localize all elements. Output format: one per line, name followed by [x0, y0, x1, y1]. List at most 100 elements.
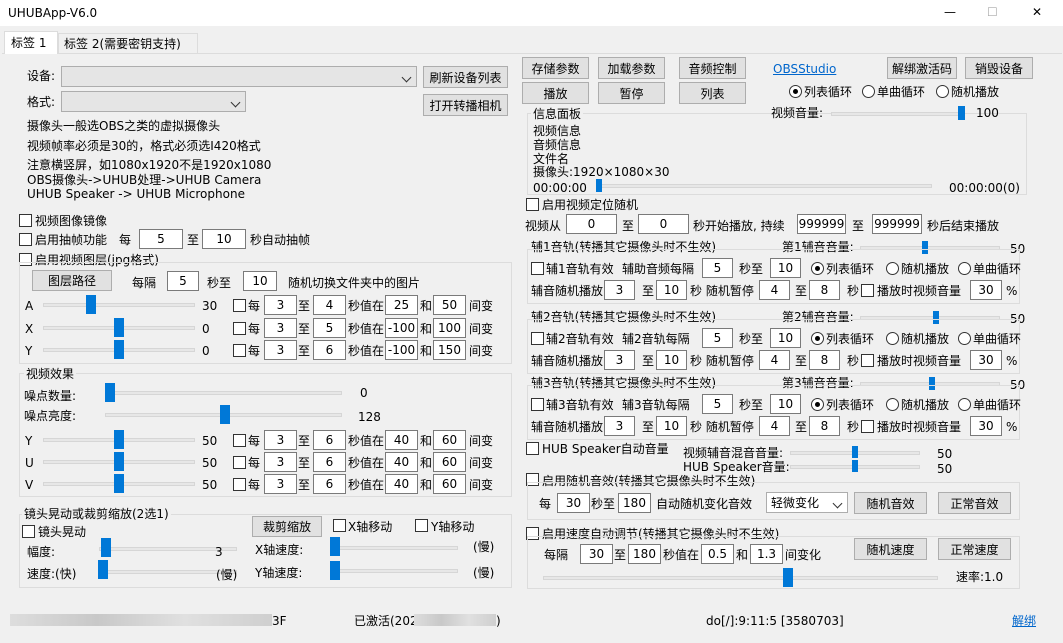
shake-speed-thumb[interactable] — [98, 560, 108, 579]
aux-track-3-vv[interactable]: 30 — [970, 416, 1002, 436]
random-fx-b-input[interactable]: 180 — [618, 493, 651, 513]
destroy-device-button[interactable]: 销毁设备 — [965, 57, 1033, 79]
format-select[interactable] — [61, 91, 246, 112]
frame-drop-checkbox[interactable] — [19, 233, 32, 246]
y-speed-thumb[interactable] — [330, 561, 340, 580]
playmode-single-radio[interactable] — [862, 85, 875, 98]
refresh-devices-button[interactable]: 刷新设备列表 — [423, 66, 508, 88]
normal-speed-button[interactable]: 正常速度 — [938, 538, 1011, 560]
load-params-button[interactable]: 加载参数 — [598, 57, 665, 79]
noise-count-thumb[interactable] — [105, 383, 115, 402]
aux-track-1-mode-0-radio[interactable] — [811, 262, 824, 275]
aux-track-3-mode-2-radio[interactable] — [958, 398, 971, 411]
layer-row-1-thumb[interactable] — [114, 318, 124, 337]
progress-thumb[interactable] — [596, 179, 602, 192]
effect-row-2-b[interactable]: 6 — [313, 474, 346, 494]
layer-row-0-thumb[interactable] — [86, 295, 96, 314]
layer-row-2-c[interactable]: -100 — [385, 340, 418, 360]
aux-track-3-r2[interactable]: 10 — [656, 416, 687, 436]
aux-track-3-g2[interactable]: 10 — [770, 394, 801, 414]
aux-track-2-r2[interactable]: 10 — [656, 350, 687, 370]
playmode-random-radio[interactable] — [936, 85, 949, 98]
audio-control-button[interactable]: 音频控制 — [679, 57, 746, 79]
maximize-icon[interactable]: ☐ — [987, 5, 998, 19]
effect-row-0-thumb[interactable] — [114, 430, 124, 449]
aux-track-3-enable-checkbox[interactable] — [531, 398, 544, 411]
layer-row-0-c[interactable]: 25 — [385, 295, 418, 315]
aux-track-2-p1[interactable]: 4 — [759, 350, 790, 370]
amplitude-thumb[interactable] — [101, 538, 111, 557]
aux-track-1-vv-checkbox[interactable] — [861, 284, 874, 297]
layer-row-2-b[interactable]: 6 — [313, 340, 346, 360]
aux-track-2-enable-checkbox[interactable] — [531, 332, 544, 345]
aux-track-3-p1[interactable]: 4 — [759, 416, 790, 436]
random-fx-a-input[interactable]: 30 — [557, 493, 590, 513]
effect-row-2-c[interactable]: 40 — [385, 474, 418, 494]
fx-level-select[interactable]: 轻微变化 — [766, 492, 848, 513]
speed-slider[interactable] — [543, 576, 938, 580]
aux-track-2-p2[interactable]: 8 — [809, 350, 840, 370]
aux-track-1-mode-2-radio[interactable] — [958, 262, 971, 275]
frame-to-input[interactable]: 10 — [202, 229, 246, 249]
effect-row-1-b[interactable]: 6 — [313, 452, 346, 472]
tab-2[interactable]: 标签 2(需要密钥支持) — [58, 33, 198, 53]
shake-checkbox[interactable] — [22, 525, 35, 538]
effect-row-2-d[interactable]: 60 — [433, 474, 466, 494]
play-button[interactable]: 播放 — [522, 82, 589, 104]
layer-row-0-a[interactable]: 3 — [264, 295, 297, 315]
layer-row-1-c[interactable]: -100 — [385, 318, 418, 338]
layer-v2-input[interactable]: 10 — [243, 271, 277, 291]
layer-row-2-a[interactable]: 3 — [264, 340, 297, 360]
minimize-icon[interactable]: — — [944, 5, 956, 19]
effect-row-1-d[interactable]: 60 — [433, 452, 466, 472]
list-button[interactable]: 列表 — [679, 82, 746, 104]
y-move-checkbox[interactable] — [415, 519, 428, 532]
aux-track-2-mode-0-radio[interactable] — [811, 332, 824, 345]
layer-row-0-slider[interactable] — [43, 303, 195, 307]
aux-track-2-vv[interactable]: 30 — [970, 350, 1002, 370]
aux-track-1-r2[interactable]: 10 — [656, 280, 687, 300]
x-speed-slider[interactable] — [330, 546, 458, 550]
save-params-button[interactable]: 存储参数 — [522, 57, 589, 79]
pause-button[interactable]: 暂停 — [598, 82, 665, 104]
layer-row-1-a[interactable]: 3 — [264, 318, 297, 338]
obs-studio-link[interactable]: OBSStudio — [773, 62, 836, 76]
close-icon[interactable]: ✕ — [1032, 5, 1042, 19]
aux-track-1-vv[interactable]: 30 — [970, 280, 1002, 300]
layer-path-button[interactable]: 图层路径 — [32, 270, 112, 291]
layer-row-1-b[interactable]: 5 — [313, 318, 346, 338]
aux-track-2-g2[interactable]: 10 — [770, 328, 801, 348]
aux-track-2-vv-checkbox[interactable] — [861, 354, 874, 367]
locate-checkbox[interactable] — [526, 198, 539, 211]
effect-row-0-b[interactable]: 6 — [313, 430, 346, 450]
frame-from-input[interactable]: 5 — [139, 229, 183, 249]
layer-row-0-d[interactable]: 50 — [433, 295, 466, 315]
hub-speaker-checkbox[interactable] — [526, 442, 539, 455]
progress-slider[interactable] — [596, 184, 932, 188]
aux-track-3-g1[interactable]: 5 — [702, 394, 733, 414]
device-select[interactable] — [61, 66, 417, 87]
tab-1[interactable]: 标签 1 — [4, 31, 58, 54]
x-speed-thumb[interactable] — [330, 537, 340, 556]
y-speed-slider[interactable] — [330, 569, 458, 573]
locate-a-input[interactable]: 999999 — [797, 214, 846, 234]
aux-track-1-mode-1-radio[interactable] — [886, 262, 899, 275]
aux-track-2-mode-1-radio[interactable] — [886, 332, 899, 345]
hub-volume-thumb[interactable] — [852, 460, 858, 472]
speed-a-input[interactable]: 30 — [580, 544, 613, 564]
effect-row-2-checkbox[interactable] — [233, 478, 246, 491]
aux-track-3-mode-0-radio[interactable] — [811, 398, 824, 411]
video-volume-thumb[interactable] — [958, 106, 965, 120]
effect-row-0-checkbox[interactable] — [233, 434, 246, 447]
speed-b-input[interactable]: 180 — [628, 544, 661, 564]
layer-row-0-checkbox[interactable] — [233, 299, 246, 312]
aux-track-1-p1[interactable]: 4 — [759, 280, 790, 300]
effect-row-0-c[interactable]: 40 — [385, 430, 418, 450]
layer-row-2-checkbox[interactable] — [233, 344, 246, 357]
speed-c-input[interactable]: 0.5 — [701, 544, 734, 564]
layer-row-2-d[interactable]: 150 — [433, 340, 466, 360]
effect-row-1-c[interactable]: 40 — [385, 452, 418, 472]
aux-track-2-mode-2-radio[interactable] — [958, 332, 971, 345]
layer-row-2-thumb[interactable] — [114, 340, 124, 359]
locate-to-input[interactable]: 0 — [638, 214, 689, 234]
